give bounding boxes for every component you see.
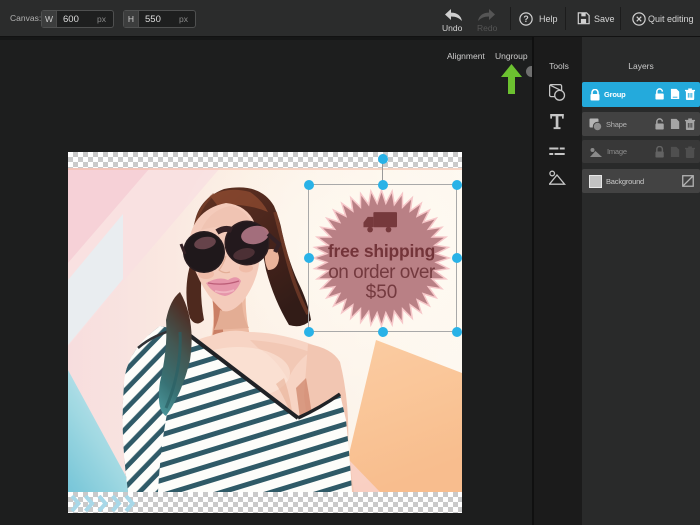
svg-text:?: ? [523, 14, 528, 24]
